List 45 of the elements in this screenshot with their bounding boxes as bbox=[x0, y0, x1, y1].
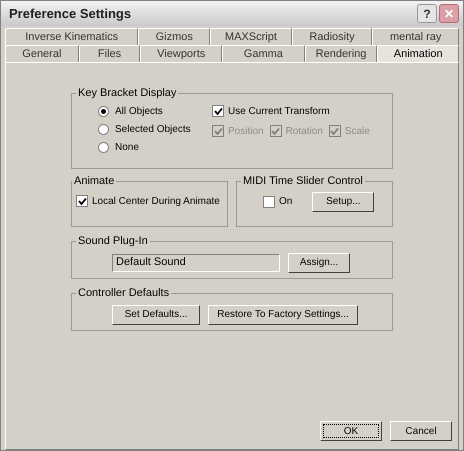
tab[interactable]: MAXScript bbox=[210, 28, 292, 45]
radio-label: Selected Objects bbox=[115, 122, 191, 136]
radio-button[interactable] bbox=[98, 124, 109, 134]
checkbox-label: Use Current Transform bbox=[228, 104, 330, 118]
checkbox-label: On bbox=[279, 195, 292, 209]
tab[interactable]: General bbox=[5, 45, 79, 62]
button[interactable]: Setup... bbox=[312, 192, 374, 212]
window-title: Preference Settings bbox=[8, 4, 132, 23]
checkbox[interactable] bbox=[263, 196, 275, 208]
checkbox[interactable] bbox=[76, 195, 88, 207]
radio-button[interactable] bbox=[98, 106, 109, 116]
checkmark-icon bbox=[330, 126, 340, 136]
radio-button[interactable] bbox=[98, 142, 109, 152]
tab[interactable]: Files bbox=[78, 45, 140, 62]
checkbox-label: Rotation bbox=[286, 124, 323, 138]
button[interactable]: Set Defaults... bbox=[112, 304, 200, 324]
checkbox-label: Local Center During Animate bbox=[92, 194, 220, 208]
checkmark-icon bbox=[78, 196, 86, 206]
text-field[interactable]: Default Sound bbox=[112, 254, 280, 272]
group-title: Animate bbox=[73, 174, 116, 189]
checkbox-label: Scale bbox=[344, 124, 370, 138]
button[interactable]: Restore To Factory Settings... bbox=[208, 304, 358, 324]
radio-label: All Objects bbox=[115, 104, 163, 118]
tab[interactable]: Radiosity bbox=[292, 28, 372, 45]
help-button[interactable]: ? bbox=[417, 4, 437, 23]
group-title: Key Bracket Display bbox=[77, 86, 178, 101]
checkmark-icon bbox=[214, 106, 222, 116]
group-title: Sound Plug-In bbox=[77, 234, 149, 249]
button[interactable]: Cancel bbox=[390, 421, 452, 441]
tab[interactable]: Inverse Kinematics bbox=[5, 28, 138, 45]
tab[interactable]: mental ray bbox=[372, 28, 459, 45]
group-title: MIDI Time Slider Control bbox=[242, 174, 364, 189]
button[interactable]: OK bbox=[320, 421, 382, 441]
button[interactable]: Assign... bbox=[288, 252, 350, 272]
tab[interactable]: Animation bbox=[377, 45, 460, 62]
radio-label: None bbox=[115, 140, 139, 154]
checkbox[interactable] bbox=[212, 105, 224, 117]
checkmark-icon bbox=[271, 126, 280, 136]
tab[interactable]: Gamma bbox=[222, 45, 305, 62]
group-title: Controller Defaults bbox=[77, 286, 170, 301]
tab[interactable]: Viewports bbox=[140, 45, 222, 62]
tab[interactable]: Rendering bbox=[304, 45, 378, 62]
checkbox-label: Position bbox=[228, 124, 264, 138]
tab[interactable]: Gizmos bbox=[138, 28, 210, 45]
checkmark-icon bbox=[214, 126, 222, 136]
